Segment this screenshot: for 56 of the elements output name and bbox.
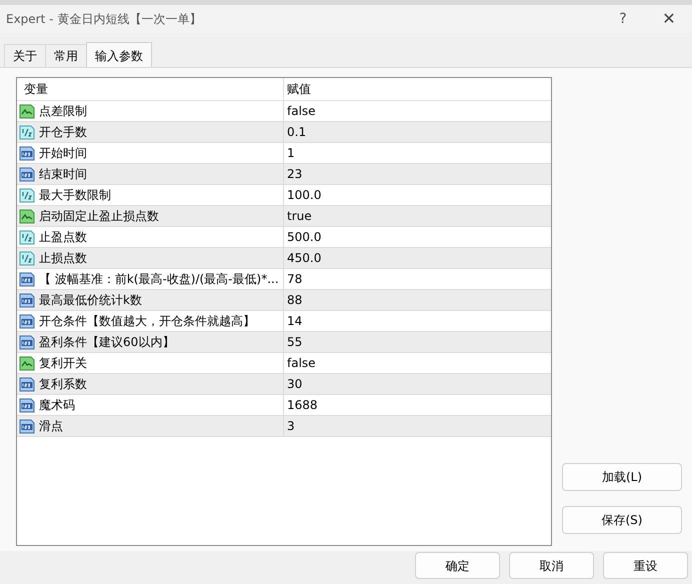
parameter-value[interactable]: 1 bbox=[284, 143, 551, 163]
parameter-value[interactable]: false bbox=[284, 353, 551, 373]
parameter-name: 【 波幅基准：前k(最高-收盘)/(最高-最低)*... bbox=[39, 271, 279, 288]
parameter-name: 滑点 bbox=[39, 418, 63, 435]
boolean-icon bbox=[19, 103, 35, 119]
parameter-name: 启动固定止盈止损点数 bbox=[39, 208, 159, 225]
parameter-value[interactable]: 55 bbox=[284, 332, 551, 352]
parameter-name: 开仓条件【数值越大，开仓条件就越高】 bbox=[39, 313, 255, 330]
fraction-icon bbox=[19, 124, 35, 140]
parameter-value[interactable]: 14 bbox=[284, 311, 551, 331]
column-header[interactable]: 变量 bbox=[17, 78, 284, 100]
parameter-value[interactable]: 500.0 bbox=[284, 227, 551, 247]
boolean-icon bbox=[19, 355, 35, 371]
parameter-name: 复利开关 bbox=[39, 355, 87, 372]
parameter-value[interactable]: 1688 bbox=[284, 395, 551, 415]
integer-icon bbox=[19, 334, 35, 350]
parameter-value[interactable]: 23 bbox=[284, 164, 551, 184]
parameter-value[interactable]: 78 bbox=[284, 269, 551, 289]
parameter-name: 止损点数 bbox=[39, 250, 87, 267]
side-button[interactable]: 保存(S) bbox=[562, 506, 682, 534]
parameter-name: 开始时间 bbox=[39, 145, 87, 162]
parameter-name: 盈利条件【建议60以内】 bbox=[39, 334, 174, 351]
parameter-name: 结束时间 bbox=[39, 166, 87, 183]
column-header[interactable]: 赋值 bbox=[284, 78, 551, 100]
parameter-value[interactable]: true bbox=[284, 206, 551, 226]
parameter-value[interactable]: 100.0 bbox=[284, 185, 551, 205]
integer-icon bbox=[19, 292, 35, 308]
parameter-name: 止盈点数 bbox=[39, 229, 87, 246]
parameter-value[interactable]: false bbox=[284, 101, 551, 121]
parameter-name: 点差限制 bbox=[39, 103, 87, 120]
parameter-name: 魔术码 bbox=[39, 397, 75, 414]
parameter-value[interactable]: 0.1 bbox=[284, 122, 551, 142]
window-title: Expert - 黄金日内短线【一次一单】 bbox=[6, 11, 202, 28]
tab[interactable]: 输入参数 bbox=[86, 42, 152, 68]
tab[interactable]: 关于 bbox=[4, 44, 46, 67]
side-button[interactable]: 加载(L) bbox=[562, 463, 682, 491]
parameter-name: 最大手数限制 bbox=[39, 187, 111, 204]
parameter-value[interactable]: 3 bbox=[284, 416, 551, 436]
parameter-value[interactable]: 88 bbox=[284, 290, 551, 310]
parameter-name: 复利系数 bbox=[39, 376, 87, 393]
close-button[interactable]: ✕ bbox=[646, 5, 692, 33]
parameter-name: 最高最低价统计k数 bbox=[39, 292, 142, 309]
integer-icon bbox=[19, 166, 35, 182]
dialog-button[interactable]: 确定 bbox=[415, 552, 500, 579]
fraction-icon bbox=[19, 187, 35, 203]
integer-icon bbox=[19, 376, 35, 392]
integer-icon bbox=[19, 418, 35, 434]
parameter-value[interactable]: 450.0 bbox=[284, 248, 551, 268]
parameter-name: 开仓手数 bbox=[39, 124, 87, 141]
dialog-button[interactable]: 取消 bbox=[509, 552, 594, 579]
help-button[interactable]: ? bbox=[600, 5, 646, 33]
parameter-value[interactable]: 30 bbox=[284, 374, 551, 394]
boolean-icon bbox=[19, 208, 35, 224]
dialog-button[interactable]: 重设 bbox=[603, 552, 688, 579]
fraction-icon bbox=[19, 250, 35, 266]
fraction-icon bbox=[19, 229, 35, 245]
